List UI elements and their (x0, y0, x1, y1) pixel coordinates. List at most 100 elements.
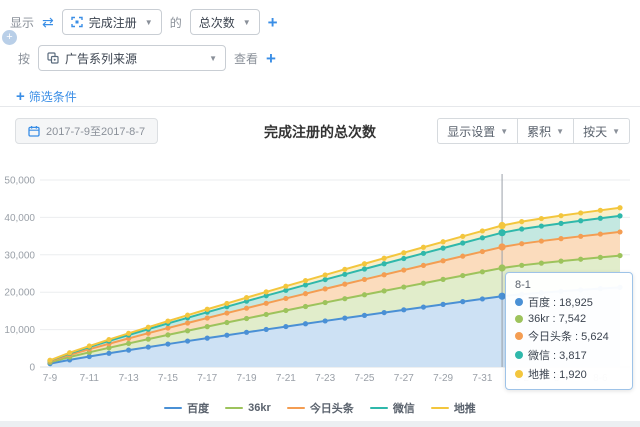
data-point[interactable] (106, 337, 111, 342)
data-point[interactable] (539, 261, 544, 266)
data-point[interactable] (244, 316, 249, 321)
data-point[interactable] (323, 318, 328, 323)
data-point[interactable] (460, 234, 465, 239)
data-point[interactable] (441, 302, 446, 307)
swap-icon[interactable]: ⇄ (42, 15, 54, 29)
data-point[interactable] (441, 246, 446, 251)
data-point[interactable] (498, 229, 505, 236)
data-point[interactable] (578, 257, 583, 262)
data-point[interactable] (224, 320, 229, 325)
data-point[interactable] (185, 320, 190, 325)
data-point[interactable] (401, 307, 406, 312)
data-point[interactable] (185, 328, 190, 333)
data-point[interactable] (617, 229, 622, 234)
data-point[interactable] (224, 310, 229, 315)
data-point[interactable] (224, 301, 229, 306)
legend-item-百度[interactable]: 百度 (164, 400, 209, 416)
data-point[interactable] (421, 251, 426, 256)
data-point[interactable] (126, 331, 131, 336)
data-point[interactable] (617, 253, 622, 258)
data-point[interactable] (480, 269, 485, 274)
data-point[interactable] (146, 344, 151, 349)
data-point[interactable] (205, 307, 210, 312)
data-point[interactable] (303, 304, 308, 309)
data-point[interactable] (382, 256, 387, 261)
data-point[interactable] (598, 208, 603, 213)
data-point[interactable] (460, 254, 465, 259)
add-metric-button[interactable]: + (268, 14, 278, 31)
data-point[interactable] (519, 226, 524, 231)
dimension-select[interactable]: 广告系列来源 ▼ (38, 45, 226, 71)
cumulative-toggle-button[interactable]: 累积 ▼ (517, 118, 574, 144)
data-point[interactable] (264, 301, 269, 306)
data-point[interactable] (185, 338, 190, 343)
data-point[interactable] (598, 231, 603, 236)
data-point[interactable] (539, 238, 544, 243)
data-point[interactable] (283, 296, 288, 301)
data-point[interactable] (146, 337, 151, 342)
data-point[interactable] (498, 222, 505, 229)
data-point[interactable] (480, 249, 485, 254)
data-point[interactable] (617, 205, 622, 210)
data-point[interactable] (106, 351, 111, 356)
data-point[interactable] (362, 266, 367, 271)
data-point[interactable] (401, 267, 406, 272)
data-point[interactable] (421, 304, 426, 309)
data-point[interactable] (421, 245, 426, 250)
data-point[interactable] (498, 264, 505, 271)
data-point[interactable] (342, 267, 347, 272)
data-point[interactable] (283, 324, 288, 329)
legend-item-地推[interactable]: 地推 (431, 400, 476, 416)
data-point[interactable] (558, 236, 563, 241)
data-point[interactable] (303, 291, 308, 296)
aggregation-select[interactable]: 总次数 ▼ (190, 9, 260, 35)
data-point[interactable] (382, 310, 387, 315)
data-point[interactable] (480, 296, 485, 301)
data-point[interactable] (303, 278, 308, 283)
data-point[interactable] (323, 300, 328, 305)
data-point[interactable] (539, 223, 544, 228)
data-point[interactable] (441, 258, 446, 263)
add-filter-link[interactable]: + 筛选条件 (16, 88, 630, 105)
legend-item-36kr[interactable]: 36kr (225, 400, 271, 416)
data-point[interactable] (146, 325, 151, 330)
data-point[interactable] (480, 235, 485, 240)
data-point[interactable] (165, 319, 170, 324)
data-point[interactable] (519, 263, 524, 268)
granularity-button[interactable]: 按天 ▼ (573, 118, 630, 144)
data-point[interactable] (342, 282, 347, 287)
data-point[interactable] (264, 289, 269, 294)
display-settings-button[interactable]: 显示设置 ▼ (437, 118, 518, 144)
data-point[interactable] (401, 284, 406, 289)
data-point[interactable] (205, 324, 210, 329)
data-point[interactable] (205, 315, 210, 320)
data-point[interactable] (87, 343, 92, 348)
data-point[interactable] (342, 296, 347, 301)
data-point[interactable] (578, 218, 583, 223)
data-point[interactable] (126, 341, 131, 346)
legend-item-今日头条[interactable]: 今日头条 (287, 400, 354, 416)
data-point[interactable] (558, 213, 563, 218)
data-point[interactable] (382, 261, 387, 266)
data-point[interactable] (165, 341, 170, 346)
data-point[interactable] (617, 213, 622, 218)
data-point[interactable] (185, 313, 190, 318)
data-point[interactable] (362, 261, 367, 266)
data-point[interactable] (460, 273, 465, 278)
data-point[interactable] (264, 312, 269, 317)
data-point[interactable] (460, 299, 465, 304)
data-point[interactable] (421, 263, 426, 268)
data-point[interactable] (578, 210, 583, 215)
data-point[interactable] (244, 330, 249, 335)
data-point[interactable] (126, 348, 131, 353)
data-point[interactable] (558, 259, 563, 264)
chart-area[interactable]: 010,00020,00030,00040,00050,0007-97-117-… (0, 170, 640, 400)
data-point[interactable] (539, 216, 544, 221)
data-point[interactable] (303, 321, 308, 326)
data-point[interactable] (598, 216, 603, 221)
data-point[interactable] (342, 316, 347, 321)
data-point[interactable] (382, 288, 387, 293)
data-point[interactable] (362, 277, 367, 282)
data-point[interactable] (598, 255, 603, 260)
add-row-button[interactable]: + (2, 30, 17, 45)
